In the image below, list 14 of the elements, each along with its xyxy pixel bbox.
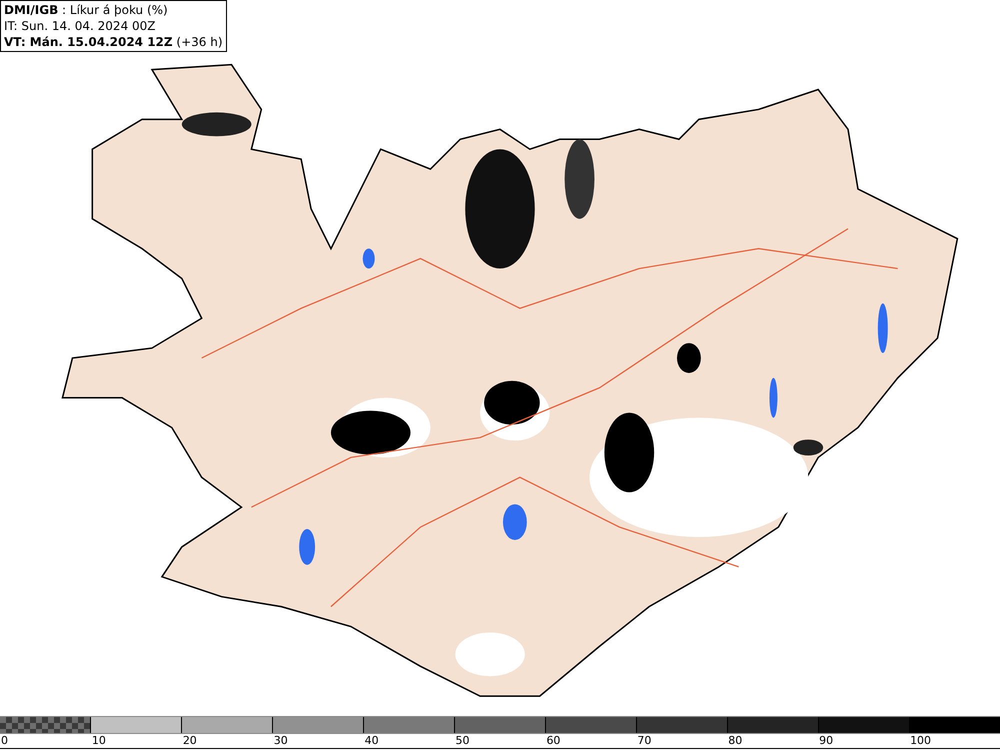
legend-tick-label: 90 bbox=[819, 734, 834, 747]
info-line: VT: Mán. 15.04.2024 12Z (+36 h) bbox=[4, 34, 223, 50]
info-line: IT: Sun. 14. 04. 2024 00Z bbox=[4, 18, 157, 34]
legend-tick-label: 10 bbox=[92, 734, 106, 747]
legend-tick-label: 30 bbox=[274, 734, 288, 747]
legend-tick-label: 100 bbox=[910, 734, 932, 747]
legend-tick-label: 50 bbox=[456, 734, 470, 747]
legend-tick-label: 80 bbox=[728, 734, 742, 747]
info-line: DMI/IGB : Líkur á þoku (%) bbox=[4, 2, 169, 18]
legend-tick-label: 60 bbox=[546, 734, 560, 747]
legend-tick-label: 20 bbox=[182, 734, 197, 747]
legend-tick-label: 0 bbox=[1, 734, 8, 747]
legend-tick-label: 40 bbox=[364, 734, 379, 747]
legend-tick-label: 70 bbox=[637, 734, 652, 747]
